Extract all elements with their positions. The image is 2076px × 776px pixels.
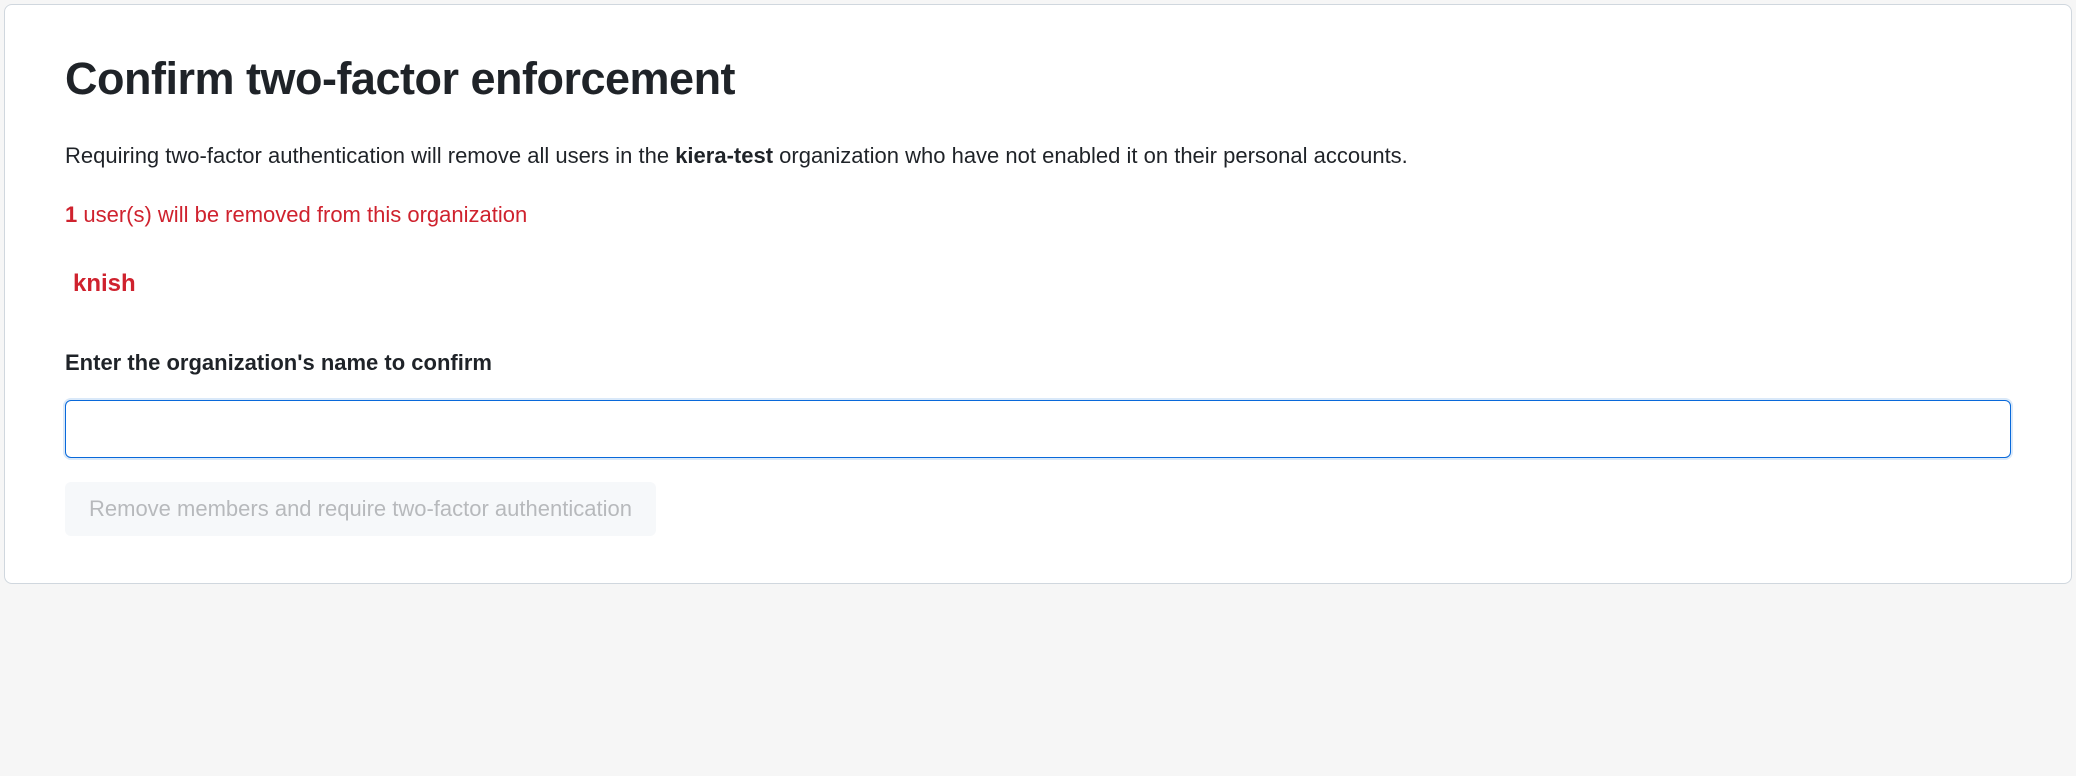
user-list: knish bbox=[65, 270, 2011, 298]
description-prefix: Requiring two-factor authentication will… bbox=[65, 143, 675, 168]
user-item: knish bbox=[73, 270, 2011, 298]
remove-members-button[interactable]: Remove members and require two-factor au… bbox=[65, 482, 656, 536]
description-suffix: organization who have not enabled it on … bbox=[773, 143, 1408, 168]
removal-warning: 1 user(s) will be removed from this orga… bbox=[65, 202, 2011, 228]
org-name: kiera-test bbox=[675, 143, 773, 168]
removal-text: user(s) will be removed from this organi… bbox=[77, 202, 527, 227]
confirm-label: Enter the organization's name to confirm bbox=[65, 350, 2011, 376]
org-name-input[interactable] bbox=[65, 400, 2011, 458]
description-text: Requiring two-factor authentication will… bbox=[65, 141, 2011, 172]
page-title: Confirm two-factor enforcement bbox=[65, 53, 2011, 105]
confirm-panel: Confirm two-factor enforcement Requiring… bbox=[4, 4, 2072, 584]
removal-count: 1 bbox=[65, 202, 77, 227]
